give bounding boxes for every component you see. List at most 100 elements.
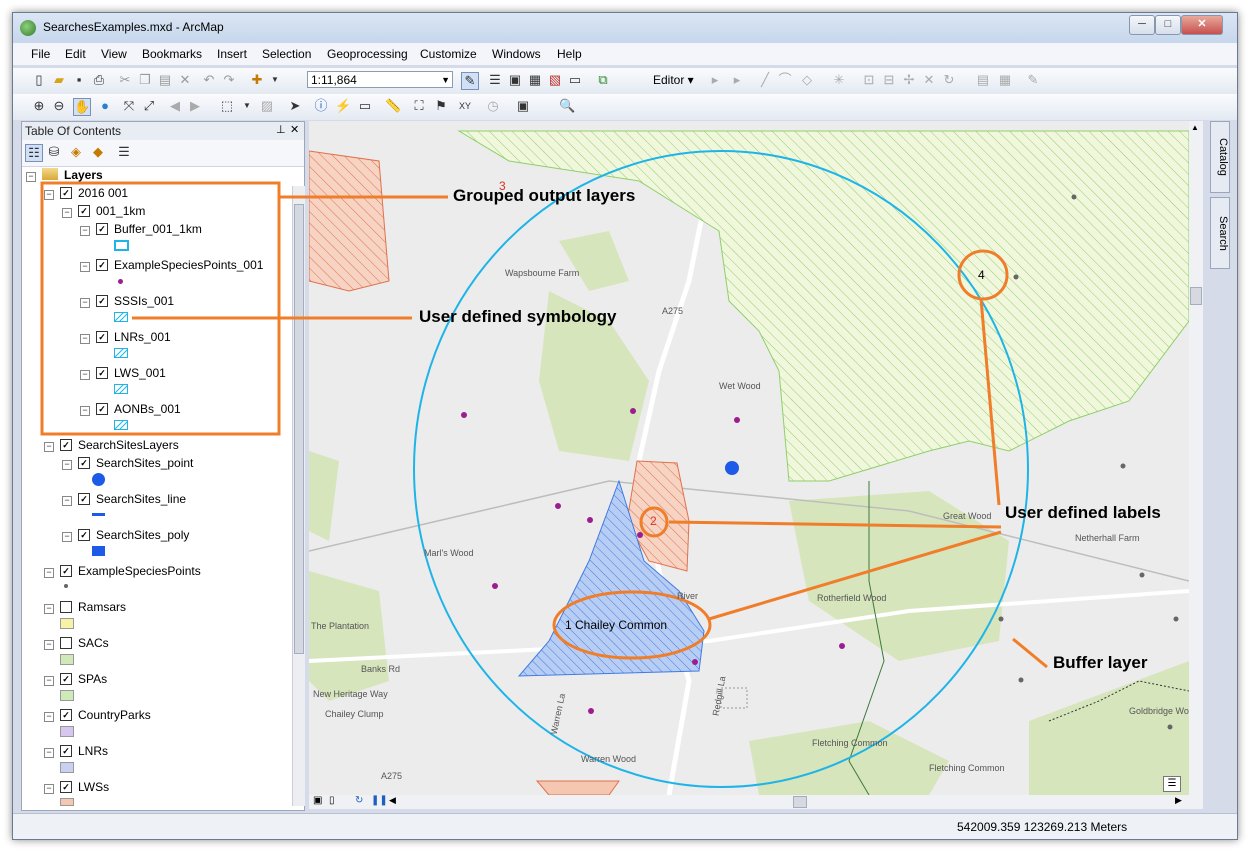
collapse-icon[interactable]: − [80, 298, 90, 308]
hyperlink-icon[interactable]: ⚡ [335, 98, 351, 114]
layer-sacs[interactable]: SACs [78, 636, 109, 652]
collapse-icon[interactable]: − [26, 172, 36, 182]
close-button[interactable]: ✕ [1181, 15, 1223, 35]
layer-countryparks[interactable]: CountryParks [78, 708, 151, 724]
editor-menu-button[interactable]: Editor ▾ [653, 73, 694, 87]
add-data-dropdown-icon[interactable]: ▼ [267, 72, 283, 88]
identify-icon[interactable]: ⓘ [313, 98, 329, 114]
toc-scrollbar[interactable] [292, 186, 305, 806]
scroll-left-icon[interactable]: ◀ [389, 795, 396, 806]
collapse-icon[interactable]: − [44, 784, 54, 794]
layer-checkbox[interactable]: ✓ [78, 529, 90, 541]
scroll-up-icon[interactable]: ▲ [1191, 123, 1199, 132]
open-folder-icon[interactable]: ▰ [51, 72, 67, 88]
menu-bookmarks[interactable]: Bookmarks [142, 47, 202, 61]
fixed-zoom-out-icon[interactable]: ⤢ [141, 98, 157, 114]
layer-checkbox[interactable]: ✓ [60, 673, 72, 685]
layer-checkbox[interactable]: ✓ [78, 457, 90, 469]
menu-edit[interactable]: Edit [65, 47, 86, 61]
layer-checkbox[interactable]: ✓ [78, 205, 90, 217]
menu-view[interactable]: View [101, 47, 127, 61]
chevron-down-icon[interactable]: ▼ [441, 72, 450, 89]
layer-checkbox[interactable]: ✓ [96, 403, 108, 415]
menu-file[interactable]: File [31, 47, 50, 61]
list-by-source-icon[interactable]: ⛁ [46, 144, 62, 160]
create-viewer-window-icon[interactable]: ▣ [515, 98, 531, 114]
back-arrow-icon[interactable]: ◀ [167, 98, 183, 114]
search-window-icon[interactable]: ▦ [527, 72, 543, 88]
layer-checkbox[interactable]: ✓ [60, 187, 72, 199]
pause-drawing-icon[interactable]: ❚❚ [371, 795, 388, 806]
select-dropdown-icon[interactable]: ▼ [239, 98, 255, 114]
map-scale-combo[interactable]: 1:11,864 ▼ [307, 71, 453, 88]
data-view-icon[interactable]: ▣ [313, 795, 322, 806]
catalog-tab[interactable]: Catalog [1210, 121, 1230, 193]
collapse-icon[interactable]: − [44, 676, 54, 686]
time-slider-icon[interactable]: ◷ [485, 98, 501, 114]
copy-icon[interactable]: ❐ [137, 72, 153, 88]
collapse-icon[interactable]: − [44, 442, 54, 452]
sketch-properties-icon[interactable]: ▦ [997, 72, 1013, 88]
layer-sssis-001[interactable]: SSSIs_001 [114, 294, 174, 310]
arctoolbox-icon[interactable]: ▧ [547, 72, 563, 88]
search-magnifier-icon[interactable]: 🔍 [559, 98, 575, 114]
layer-examplespeciespoints-001[interactable]: ExampleSpeciesPoints_001 [114, 258, 263, 274]
full-extent-globe-icon[interactable]: ● [97, 98, 113, 114]
menu-selection[interactable]: Selection [262, 47, 311, 61]
collapse-icon[interactable]: − [44, 748, 54, 758]
menu-insert[interactable]: Insert [217, 47, 247, 61]
layer-lnrs-001[interactable]: LNRs_001 [114, 330, 171, 346]
pin-icon[interactable]: ⊥ [276, 123, 286, 136]
cut-icon[interactable]: ✂ [117, 72, 133, 88]
catalog-icon[interactable]: ▣ [507, 72, 523, 88]
collapse-icon[interactable]: − [44, 190, 54, 200]
layer-examplespeciespoints[interactable]: ExampleSpeciesPoints [78, 564, 201, 580]
map-hscroll-thumb[interactable] [793, 796, 807, 808]
layer-ramsars[interactable]: Ramsars [78, 600, 126, 616]
delete-icon[interactable]: ✕ [177, 72, 193, 88]
collapse-icon[interactable]: − [80, 262, 90, 272]
layer-checkbox[interactable]: ✓ [60, 781, 72, 793]
collapse-icon[interactable]: − [80, 226, 90, 236]
table-of-contents-icon[interactable]: ☰ [487, 72, 503, 88]
collapse-icon[interactable]: − [44, 712, 54, 722]
save-icon[interactable]: ▪ [71, 72, 87, 88]
edit-vertices-icon[interactable]: ⊡ [861, 72, 877, 88]
layer-checkbox[interactable]: ✓ [60, 439, 72, 451]
layer-checkbox[interactable]: ✓ [96, 295, 108, 307]
attributes-icon[interactable]: ▤ [975, 72, 991, 88]
group-001-1km[interactable]: 001_1km [96, 204, 145, 220]
select-features-icon[interactable]: ⬚ [219, 98, 235, 114]
layer-checkbox[interactable]: ✓ [96, 259, 108, 271]
layer-searchsites-line[interactable]: SearchSites_line [96, 492, 186, 508]
layer-lws-001[interactable]: LWS_001 [114, 366, 166, 382]
search-tab[interactable]: Search [1210, 197, 1230, 269]
layer-checkbox[interactable]: ✓ [60, 709, 72, 721]
collapse-icon[interactable]: − [44, 640, 54, 650]
toc-options-icon[interactable]: ☰ [116, 144, 132, 160]
go-to-xy-icon[interactable]: XY [457, 98, 473, 114]
maximize-button[interactable]: □ [1155, 15, 1181, 35]
group-searchsiteslayers[interactable]: SearchSitesLayers [78, 438, 179, 454]
edit-tool-icon[interactable]: ▸ [707, 72, 723, 88]
list-by-drawing-order-icon[interactable]: ☷ [25, 144, 43, 162]
paste-icon[interactable]: ▤ [157, 72, 173, 88]
layer-buffer-001-1km[interactable]: Buffer_001_1km [114, 222, 202, 238]
group-2016-001[interactable]: 2016 001 [78, 186, 128, 202]
toc-scroll-thumb[interactable] [294, 204, 304, 654]
layers-root[interactable]: Layers [64, 168, 103, 184]
layer-lwss[interactable]: LWSs [78, 780, 109, 796]
layer-checkbox[interactable]: ✓ [96, 367, 108, 379]
layer-checkbox[interactable] [60, 637, 72, 649]
layer-aonbs-001[interactable]: AONBs_001 [114, 402, 181, 418]
cut-polygons-icon[interactable]: ✢ [901, 72, 917, 88]
reshape-icon[interactable]: ⊟ [881, 72, 897, 88]
edit-annotation-icon[interactable]: ▸ [729, 72, 745, 88]
collapse-icon[interactable]: − [44, 604, 54, 614]
end-point-arc-icon[interactable]: ⌒ [777, 72, 793, 88]
list-by-visibility-icon[interactable]: ◈ [68, 144, 84, 160]
html-popup-icon[interactable]: ▭ [357, 98, 373, 114]
redo-icon[interactable]: ↷ [221, 72, 237, 88]
new-document-icon[interactable]: ▯ [31, 72, 47, 88]
scroll-right-icon[interactable]: ▶ [1175, 795, 1182, 806]
